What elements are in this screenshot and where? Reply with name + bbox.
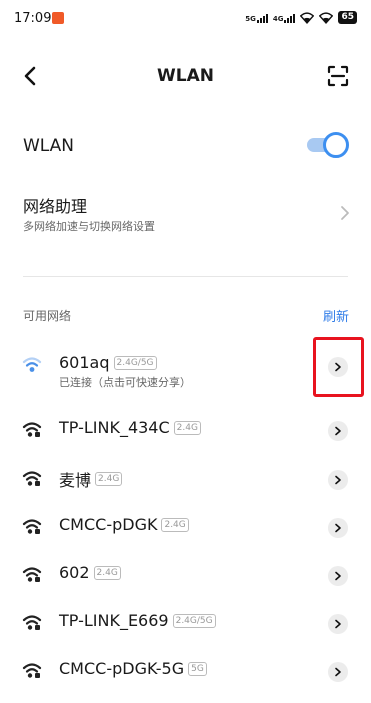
wifi-status-icon: [300, 11, 315, 24]
network-name: CMCC-pDGK-5G: [59, 659, 185, 678]
chevron-right-icon: [335, 475, 341, 485]
band-badge: 5G: [188, 661, 207, 676]
status-time: 17:09: [14, 11, 52, 26]
network-details-button[interactable]: [328, 470, 348, 490]
network-item[interactable]: 602 2.4G: [0, 555, 371, 595]
network-name: 601aq: [59, 353, 110, 372]
battery-icon: 65: [338, 11, 357, 24]
wifi-connected-icon: [22, 357, 42, 372]
signal-5g-icon: 5G: [245, 13, 268, 23]
chevron-right-icon: [335, 619, 341, 629]
wifi-locked-icon: [22, 519, 42, 534]
chevron-right-icon: [341, 206, 349, 220]
signal-4g-label: 4G: [272, 14, 284, 23]
header: WLAN: [0, 56, 371, 96]
wifi-locked-icon: [22, 615, 42, 630]
wlan-label: WLAN: [23, 136, 75, 156]
chevron-right-icon: [335, 667, 341, 677]
assistant-title: 网络助理: [23, 197, 88, 216]
wifi-locked-icon: [22, 422, 42, 437]
scan-qr-icon[interactable]: [327, 65, 349, 87]
network-name-group: CMCC-pDGK-5G 5G: [59, 659, 207, 678]
network-name: CMCC-pDGK: [59, 515, 158, 534]
status-bar: 17:09 5G 4G 65: [0, 0, 371, 40]
wifi-locked-icon: [22, 567, 42, 582]
band-badge: 2.4G/5G: [172, 613, 216, 628]
network-name: 麦博: [59, 471, 92, 490]
available-networks-label: 可用网络: [23, 309, 72, 323]
network-name-group: 麦博 2.4G: [59, 467, 123, 491]
wifi-locked-icon: [22, 471, 42, 486]
network-name-group: TP-LINK_434C 2.4G: [59, 418, 201, 437]
network-details-button[interactable]: [328, 662, 348, 682]
assistant-subtitle: 多网络加速与切换网络设置: [23, 220, 155, 233]
band-badge: 2.4G/5G: [113, 355, 157, 370]
wlan-toggle-row[interactable]: WLAN: [0, 132, 371, 160]
page-title: WLAN: [157, 66, 214, 86]
band-badge: 2.4G: [95, 472, 123, 486]
chevron-right-icon: [335, 523, 341, 533]
network-item[interactable]: CMCC-pDGK 2.4G: [0, 507, 371, 547]
network-name-group: 602 2.4G: [59, 563, 121, 582]
refresh-button[interactable]: 刷新: [323, 306, 349, 325]
band-badge: 2.4G: [161, 517, 189, 532]
network-name: 602: [59, 563, 90, 582]
status-icons: 5G 4G 65: [245, 11, 357, 24]
band-badge: 2.4G: [93, 565, 121, 580]
band-badge: 2.4G: [173, 420, 201, 435]
notification-app-icon: [52, 12, 64, 24]
network-name-group: 601aq 2.4G/5G: [59, 353, 157, 372]
network-item[interactable]: TP-LINK_E669 2.4G/5G: [0, 603, 371, 643]
wifi-status-icon: [319, 11, 334, 24]
connected-status: 已连接（点击可快速分享）: [59, 376, 191, 389]
signal-4g-icon: 4G: [273, 13, 296, 23]
chevron-right-icon: [335, 426, 341, 436]
network-assistant-row[interactable]: 网络助理 多网络加速与切换网络设置: [0, 193, 371, 235]
network-name: TP-LINK_434C: [59, 418, 170, 437]
network-name-group: TP-LINK_E669 2.4G/5G: [59, 611, 216, 630]
network-details-button[interactable]: [328, 421, 348, 441]
wifi-locked-icon: [22, 663, 42, 678]
wlan-toggle-switch[interactable]: [305, 132, 349, 158]
network-details-button[interactable]: [328, 566, 348, 586]
network-item[interactable]: TP-LINK_434C 2.4G: [0, 410, 371, 450]
highlight-annotation: [313, 337, 364, 397]
network-name: TP-LINK_E669: [59, 611, 169, 630]
network-details-button[interactable]: [328, 614, 348, 634]
chevron-right-icon: [335, 571, 341, 581]
network-item[interactable]: CMCC-pDGK-5G 5G: [0, 651, 371, 691]
signal-5g-label: 5G: [245, 14, 256, 23]
network-details-button[interactable]: [328, 518, 348, 538]
divider: [23, 276, 348, 277]
network-item[interactable]: 麦博 2.4G: [0, 459, 371, 499]
network-name-group: CMCC-pDGK 2.4G: [59, 515, 189, 534]
